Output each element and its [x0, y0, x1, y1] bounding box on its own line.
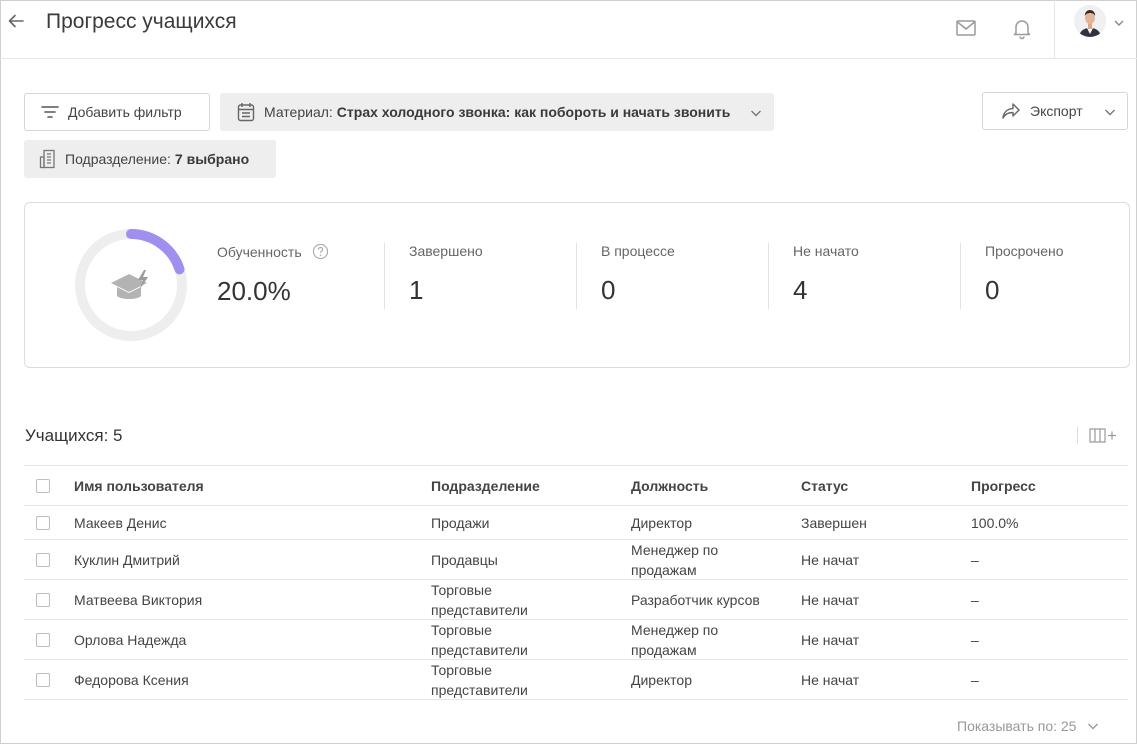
stat-in-progress: В процессе 0 — [601, 243, 675, 309]
page-size-label: Показывать по: 25 — [957, 718, 1077, 734]
cell-progress: – — [971, 631, 979, 648]
export-button[interactable]: Экспорт — [982, 92, 1128, 130]
stat-completed-label: Завершено — [409, 243, 483, 259]
add-filter-label: Добавить фильтр — [68, 104, 182, 120]
bell-icon[interactable] — [1010, 16, 1034, 40]
page-size-select[interactable]: Показывать по: 25 — [957, 718, 1100, 734]
stat-overdue-value: 0 — [985, 275, 1000, 305]
stat-training-value: 20.0% — [217, 276, 291, 306]
stat-not-started: Не начато 4 — [793, 243, 859, 309]
column-header-division[interactable]: Подразделение — [431, 476, 581, 496]
cell-status: Не начат — [801, 631, 860, 648]
building-icon — [39, 149, 55, 169]
column-header-status[interactable]: Статус — [801, 476, 848, 496]
cell-position: Директор — [631, 671, 692, 688]
stat-training-label: Обученность — [217, 243, 302, 260]
stat-in-progress-label: В процессе — [601, 243, 675, 259]
stat-not-started-label: Не начато — [793, 243, 859, 259]
progress-ring — [75, 229, 187, 341]
cell-name: Куклин Дмитрий — [74, 551, 180, 568]
user-avatar-icon — [1074, 5, 1106, 37]
cell-status: Не начат — [801, 591, 860, 608]
table-row[interactable]: Федорова Ксения Торговые представители Д… — [24, 660, 1128, 700]
cell-division: Торговые представители — [431, 581, 528, 618]
learners-count: Учащихся: 5 — [25, 426, 123, 445]
header: Прогресс учащихся — [0, 0, 1137, 59]
stat-divider — [576, 243, 577, 309]
cell-position: Разработчик курсов — [631, 591, 760, 608]
chevron-down-icon — [751, 110, 761, 117]
cell-status: Не начат — [801, 551, 860, 568]
cell-position: Директор — [631, 514, 692, 531]
cell-division: Продажи — [431, 514, 490, 531]
stat-in-progress-value: 0 — [601, 275, 616, 305]
table-row[interactable]: Куклин Дмитрий Продавцы Менеджер по прод… — [24, 540, 1128, 580]
arrow-left-icon[interactable] — [6, 11, 26, 31]
header-divider — [1054, 0, 1055, 58]
cell-name: Матвеева Виктория — [74, 591, 203, 608]
cell-division: Торговые представители — [431, 621, 528, 658]
select-all-checkbox[interactable] — [36, 478, 50, 493]
columns-settings-icon[interactable] — [1078, 426, 1120, 446]
row-checkbox[interactable] — [36, 672, 50, 687]
stat-divider — [768, 243, 769, 309]
chevron-down-icon[interactable] — [1113, 17, 1125, 29]
stat-completed: Завершено 1 — [409, 243, 483, 309]
row-checkbox[interactable] — [36, 592, 50, 607]
export-label: Экспорт — [1030, 103, 1083, 119]
stat-divider — [384, 243, 385, 309]
chevron-down-icon — [1105, 109, 1115, 116]
add-filter-button[interactable]: Добавить фильтр — [24, 93, 210, 131]
avatar[interactable] — [1074, 5, 1106, 37]
stats-card: Обученность 20.0% Завершено 1 В процессе… — [24, 202, 1130, 368]
table-row[interactable]: Орлова Надежда Торговые представители Ме… — [24, 620, 1128, 660]
share-arrow-icon — [1002, 103, 1020, 119]
row-checkbox[interactable] — [36, 552, 50, 567]
page-title: Прогресс учащихся — [46, 10, 237, 33]
chevron-down-icon — [1088, 723, 1099, 730]
cell-position: Менеджер по продажам — [631, 621, 719, 658]
stat-not-started-value: 4 — [793, 275, 808, 305]
division-label: Подразделение: — [65, 151, 171, 167]
cell-progress: – — [971, 551, 979, 568]
material-filter[interactable]: Материал: Страх холодного звонка: как по… — [220, 93, 774, 131]
row-checkbox[interactable] — [36, 515, 50, 530]
help-icon[interactable] — [312, 243, 329, 260]
stat-overdue: Просрочено 0 — [985, 243, 1064, 309]
cell-status: Не начат — [801, 671, 860, 688]
stat-overdue-label: Просрочено — [985, 243, 1064, 259]
stat-training: Обученность 20.0% — [217, 243, 329, 309]
cell-progress: 100.0% — [971, 514, 1019, 531]
table-row[interactable]: Макеев Денис Продажи Директор Завершен 1… — [24, 506, 1128, 540]
division-filter[interactable]: Подразделение: 7 выбрано — [24, 140, 276, 178]
cell-progress: – — [971, 591, 979, 608]
stat-divider — [960, 243, 961, 309]
table-header-row: Имя пользователя Подразделение Должность… — [24, 465, 1128, 506]
cell-position: Менеджер по продажам — [631, 541, 719, 578]
cell-division: Торговые представители — [431, 661, 528, 698]
division-value: 7 выбрано — [174, 151, 250, 167]
calendar-icon — [237, 103, 255, 122]
stat-completed-value: 1 — [409, 275, 424, 305]
cell-status: Завершен — [801, 514, 867, 531]
material-label: Материал: — [264, 104, 333, 120]
column-header-progress[interactable]: Прогресс — [971, 476, 1036, 496]
cell-name: Орлова Надежда — [74, 631, 187, 648]
column-header-position[interactable]: Должность — [631, 476, 781, 496]
cell-name: Федорова Ксения — [74, 671, 189, 688]
cell-progress: – — [971, 671, 979, 688]
table-row[interactable]: Матвеева Виктория Торговые представители… — [24, 580, 1128, 620]
material-value: Страх холодного звонка: как побороть и н… — [336, 104, 731, 120]
cell-name: Макеев Денис — [74, 514, 167, 531]
cell-division: Продавцы — [431, 551, 498, 568]
filter-icon — [41, 106, 59, 118]
mail-icon[interactable] — [954, 16, 978, 40]
column-header-name[interactable]: Имя пользователя — [74, 476, 204, 496]
row-checkbox[interactable] — [36, 632, 50, 647]
graduation-cap-icon — [111, 270, 148, 299]
